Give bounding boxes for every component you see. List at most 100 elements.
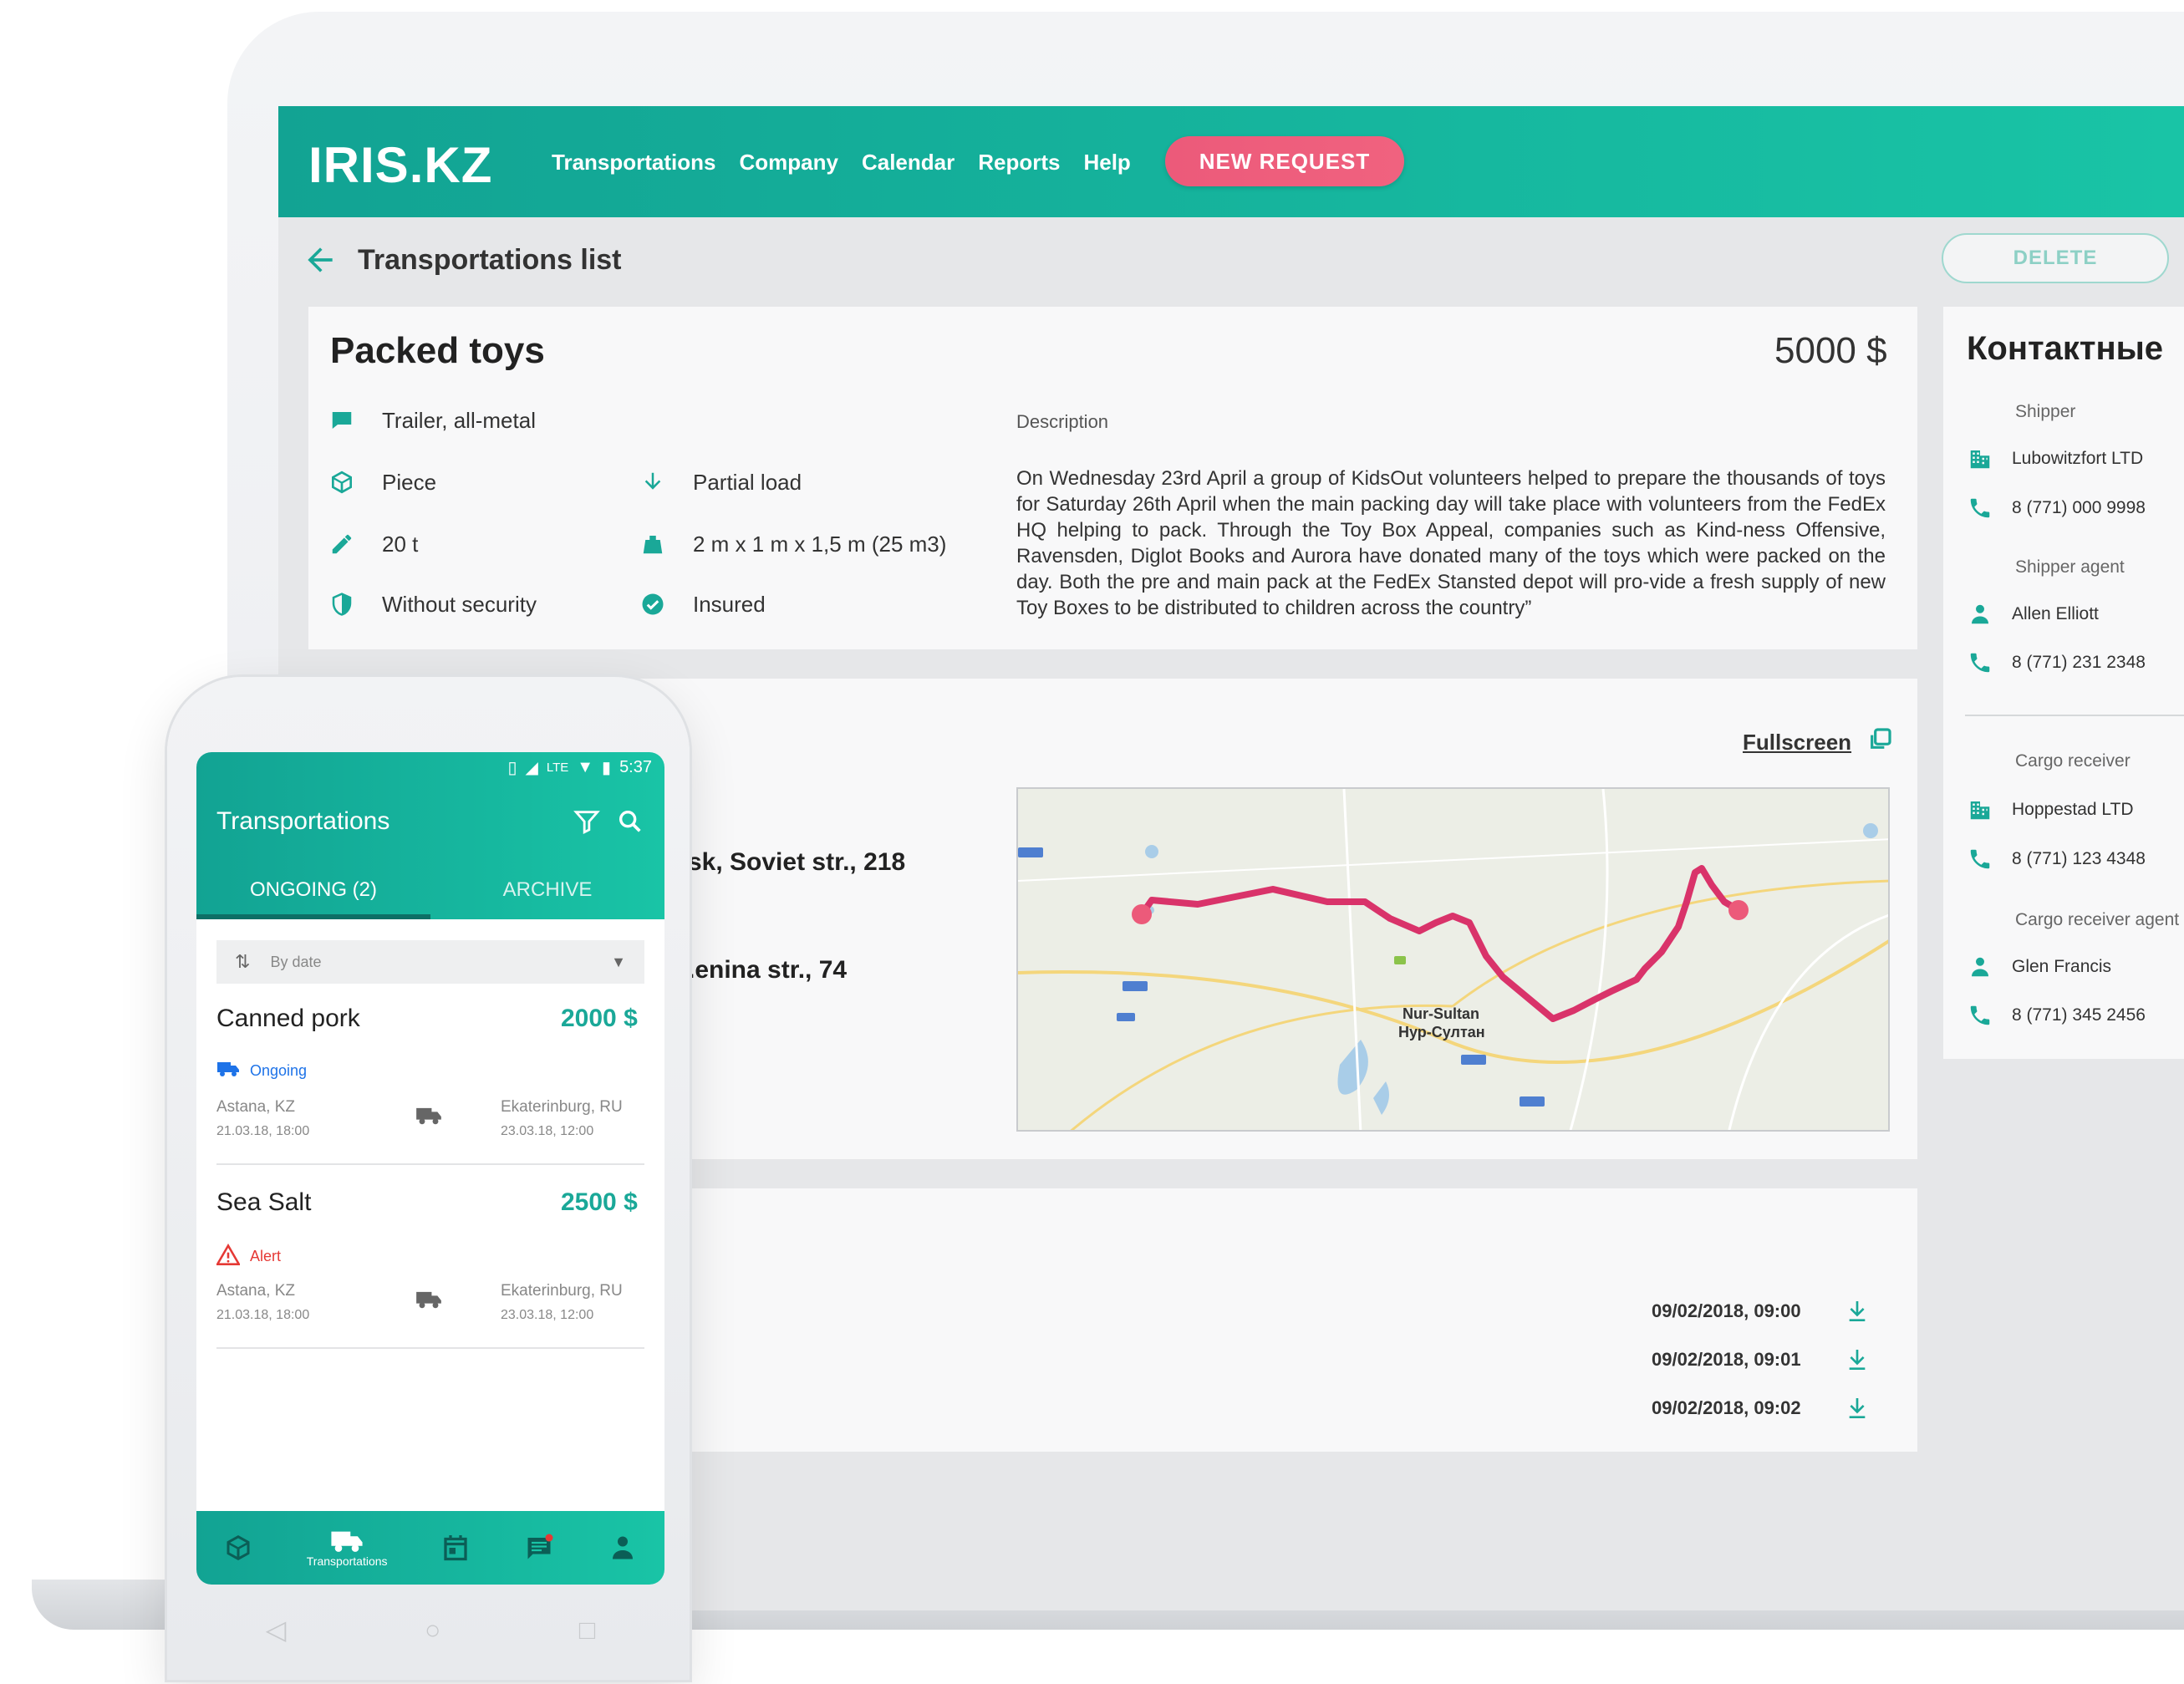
bottom-tab-transportations[interactable]: Transportations [307, 1528, 388, 1568]
item-origin-date: 21.03.18, 18:00 [216, 1124, 310, 1138]
download-icon[interactable] [1843, 1346, 1871, 1374]
mobile-title: Transportations [216, 807, 390, 835]
item-origin: Astana, KZ 21.03.18, 18:00 [216, 1095, 309, 1143]
item-origin-city: Astana, KZ [216, 1098, 295, 1116]
fullscreen-link[interactable]: Fullscreen [1743, 726, 1893, 759]
mobile-tabs: ONGOING (2) ARCHIVE [196, 861, 664, 919]
cube-icon [227, 1535, 250, 1560]
shipper-phone[interactable]: 8 (771) 000 9998 [1967, 495, 2146, 521]
chevron-down-icon: ▼ [611, 953, 626, 970]
origin-pin [1132, 904, 1152, 924]
item-destination-date: 23.03.18, 12:00 [501, 1308, 594, 1322]
calendar-icon [444, 1535, 468, 1561]
new-request-button[interactable]: NEW REQUEST [1165, 136, 1404, 186]
prop-weight: 20 t [327, 529, 418, 559]
status-time: 5:37 [619, 758, 652, 776]
truck-icon [331, 1531, 363, 1552]
sort-label: By date [270, 953, 322, 970]
building-icon [1967, 445, 1993, 472]
origin-address: sk, Soviet str., 218 [688, 848, 906, 876]
item-price: 2000 $ [561, 1005, 638, 1032]
download-icon[interactable] [1843, 1297, 1871, 1325]
item-status: Alert [215, 1243, 281, 1269]
pencil-icon [327, 529, 357, 559]
prop-load: Partial load [638, 467, 802, 497]
item-origin-date: 21.03.18, 18:00 [216, 1308, 310, 1322]
bottom-tab-cargo[interactable] [223, 1533, 253, 1563]
page-title: Transportations list [358, 244, 622, 276]
receiver-label: Cargo receiver [2015, 751, 2131, 771]
destination-pin [1728, 900, 1749, 920]
download-icon[interactable] [1843, 1394, 1871, 1422]
document-row: 09/02/2018, 09:02 [1652, 1394, 1871, 1422]
nav-transportations[interactable]: Transportations [552, 150, 715, 176]
route-map[interactable]: Nur-Sultan Нур-Султан [1016, 787, 1890, 1132]
building-icon [1967, 796, 1993, 823]
back-arrow-icon[interactable] [302, 242, 339, 278]
truck-icon [415, 1105, 442, 1131]
status-bar: ▯ ◢ LTE ▼ ▮ 5:37 [196, 757, 652, 778]
tab-archive[interactable]: ARCHIVE [430, 861, 664, 919]
nav-calendar[interactable]: Calendar [862, 150, 955, 176]
list-divider [216, 1163, 644, 1165]
receiver-agent-label: Cargo receiver agent [2015, 910, 2180, 929]
sort-dropdown[interactable]: ⇅ By date ▼ [216, 940, 644, 984]
mobile-header: ▯ ◢ LTE ▼ ▮ 5:37 Transportations ONGOING… [196, 752, 664, 919]
check-circle-icon [638, 589, 668, 619]
shipper-agent-phone-number: 8 (771) 231 2348 [2012, 653, 2146, 672]
alert-triangle-icon [215, 1243, 242, 1269]
cube-icon [327, 467, 357, 497]
description-text: On Wednesday 23rd April a group of KidsO… [1016, 467, 1886, 619]
recents-square-icon[interactable]: □ [579, 1615, 595, 1646]
item-status: Ongoing [216, 1060, 307, 1082]
phone-icon [1967, 649, 1993, 676]
prop-insurance: Insured [638, 589, 766, 619]
receiver-company-name: Hoppestad LTD [2012, 800, 2134, 819]
receiver-agent-name: Glen Francis [2012, 957, 2112, 976]
android-navbar: ◁ ○ □ [196, 1605, 664, 1655]
arrow-down-icon [638, 467, 668, 497]
truck-icon [216, 1060, 240, 1082]
nav-company[interactable]: Company [739, 150, 837, 176]
nav-reports[interactable]: Reports [978, 150, 1060, 176]
tab-ongoing[interactable]: ONGOING (2) [196, 861, 430, 919]
prop-unit-label: Piece [382, 469, 437, 495]
wifi-icon: ▼ [577, 758, 594, 776]
receiver-phone-number: 8 (771) 123 4348 [2012, 849, 2146, 868]
home-circle-icon[interactable]: ○ [425, 1615, 440, 1646]
search-icon[interactable] [616, 807, 644, 840]
contacts-title: Контактные [1967, 330, 2164, 367]
delete-button[interactable]: DELETE [1942, 233, 2169, 283]
nav-help[interactable]: Help [1083, 150, 1130, 176]
map-city-label: Nur-Sultan [1403, 1005, 1479, 1022]
item-destination-city: Ekaterinburg, RU [501, 1098, 623, 1116]
shipper-agent-phone[interactable]: 8 (771) 231 2348 [1967, 649, 2146, 676]
bag-icon [638, 529, 668, 559]
bottom-tab-messages[interactable] [524, 1533, 554, 1563]
receiver-company: Hoppestad LTD [1967, 796, 2134, 823]
shipper-agent-name: Allen Elliott [2012, 604, 2099, 623]
item-title[interactable]: Canned pork [216, 1005, 360, 1033]
bottom-navigation: Transportations [196, 1511, 664, 1585]
back-triangle-icon[interactable]: ◁ [266, 1614, 287, 1646]
receiver-phone[interactable]: 8 (771) 123 4348 [1967, 846, 2146, 873]
shipper-agent: Allen Elliott [1967, 601, 2099, 628]
chat-icon [527, 1534, 553, 1559]
bottom-tab-profile[interactable] [608, 1533, 638, 1563]
destination-address: .enina str., 74 [688, 956, 848, 984]
app-logo[interactable]: IRIS.KZ [308, 136, 492, 194]
bottom-tab-calendar[interactable] [440, 1533, 471, 1563]
receiver-agent-phone[interactable]: 8 (771) 345 2456 [1967, 1002, 2146, 1029]
item-destination: Ekaterinburg, RU 23.03.18, 12:00 [501, 1279, 623, 1327]
shipper-phone-number: 8 (771) 000 9998 [2012, 498, 2146, 517]
prop-weight-label: 20 t [382, 531, 419, 557]
fullscreen-icon [1866, 726, 1893, 759]
shield-icon [327, 589, 357, 619]
item-origin-city: Astana, KZ [216, 1282, 295, 1300]
receiver-agent: Glen Francis [1967, 954, 2111, 980]
item-title[interactable]: Sea Salt [216, 1188, 311, 1217]
sort-icon: ⇅ [235, 951, 251, 972]
document-date: 09/02/2018, 09:00 [1652, 1300, 1801, 1321]
filter-icon[interactable] [573, 807, 601, 840]
prop-trailer: Trailer, all-metal [327, 405, 536, 435]
